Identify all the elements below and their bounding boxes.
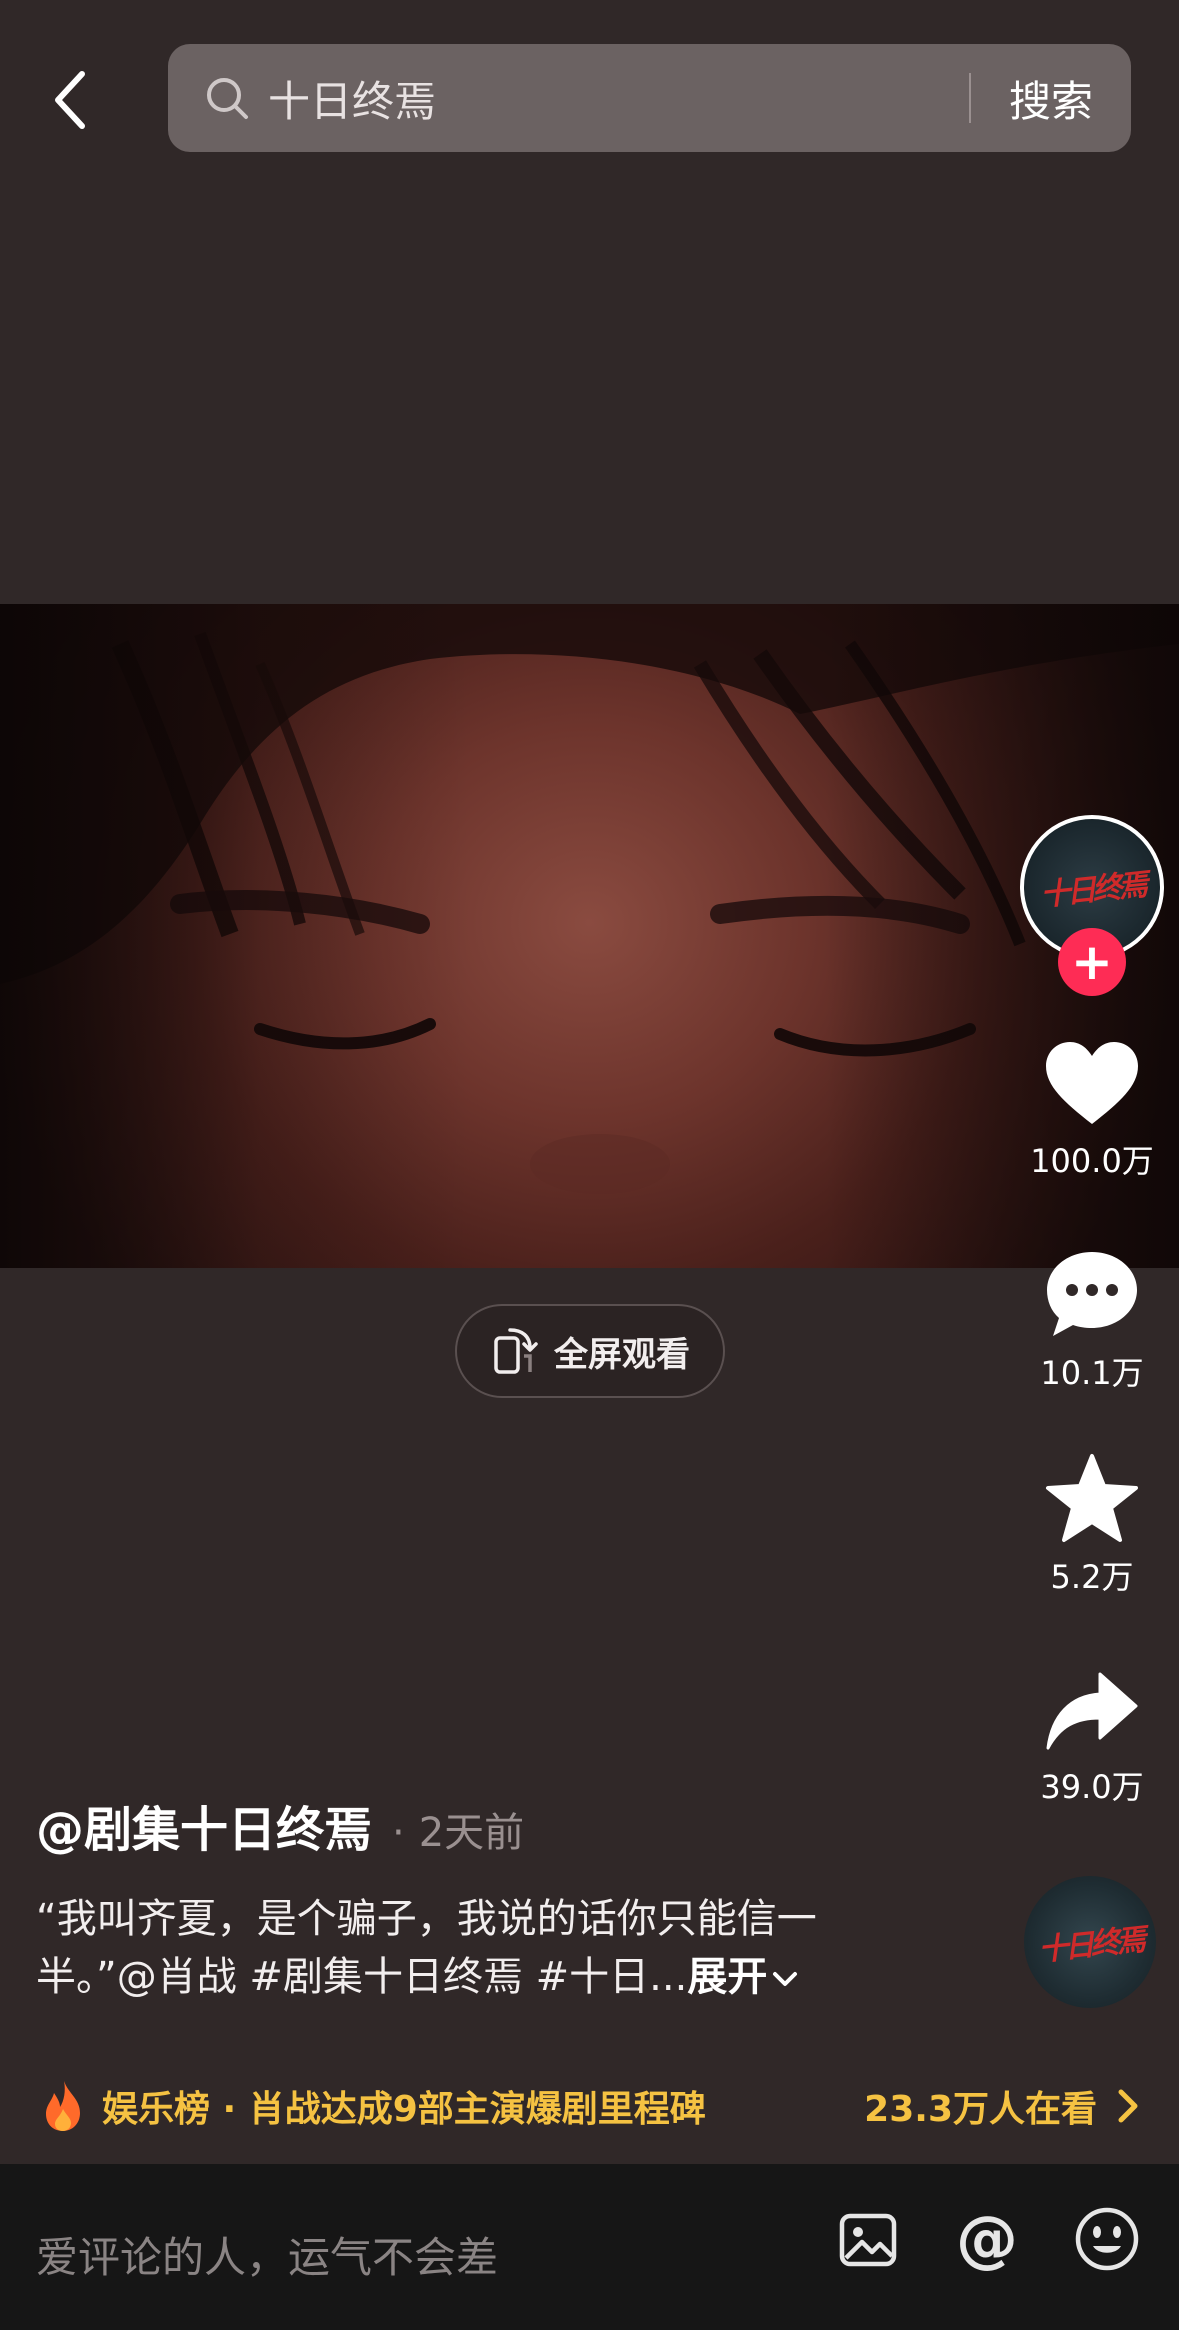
post-time: 2天前 [418, 1810, 525, 1856]
comment-count: 10.1万 [1040, 1354, 1144, 1392]
video-description: “我叫齐夏，是个骗子，我说的话你只能信一 半。”@肖战 #剧集十日终焉 #十日.… [36, 1890, 936, 2006]
chevron-down-icon [773, 1972, 798, 1986]
star-icon [1046, 1454, 1138, 1542]
favorite-action[interactable]: 5.2万 [1020, 1452, 1164, 1598]
image-icon[interactable] [836, 2208, 900, 2272]
description-line-2-text: 半。”@肖战 #剧集十日终焉 #十日... [36, 1954, 688, 2000]
heart-icon [1046, 1042, 1138, 1124]
fullscreen-label: 全屏观看 [554, 1334, 690, 1375]
comment-bubble-icon [1047, 1252, 1137, 1336]
search-icon [207, 78, 248, 119]
back-button[interactable] [40, 60, 100, 140]
expand-button[interactable]: 展开 [687, 1954, 799, 2000]
comment-bar: 爱评论的人，运气不会差 @ [0, 2164, 1179, 2330]
mention-button[interactable]: @ [952, 2204, 1022, 2274]
fire-icon [46, 2081, 80, 2131]
comment-input[interactable]: 爱评论的人，运气不会差 [36, 2224, 498, 2285]
music-disc[interactable]: 十日终焉 [1024, 1876, 1156, 2008]
hot-list-title: 娱乐榜 · 肖战达成9部主演爆剧里程碑 [102, 2089, 706, 2130]
search-bar[interactable]: 十日终焉 搜索 [168, 44, 1131, 152]
description-line-2: 半。”@肖战 #剧集十日终焉 #十日...展开 [36, 1948, 936, 2006]
chevron-right-icon [1118, 2089, 1138, 2123]
share-action[interactable]: 39.0万 [1020, 1670, 1164, 1808]
hot-list-banner[interactable]: 娱乐榜 · 肖战达成9部主演爆剧里程碑 23.3万人在看 [0, 2060, 1179, 2152]
separator-dot: · [392, 1810, 405, 1856]
follow-button[interactable]: + [1058, 928, 1126, 996]
share-count: 39.0万 [1040, 1768, 1144, 1806]
search-button[interactable]: 搜索 [971, 68, 1131, 129]
description-line-1: “我叫齐夏，是个骗子，我说的话你只能信一 [36, 1896, 817, 1942]
fullscreen-button[interactable]: 全屏观看 [455, 1304, 725, 1398]
search-input[interactable]: 十日终焉 [268, 68, 969, 129]
like-action[interactable]: 100.0万 [1020, 1040, 1164, 1182]
like-count: 100.0万 [1030, 1142, 1154, 1180]
expand-label: 展开 [687, 1954, 768, 2000]
rotate-phone-icon [494, 1328, 538, 1374]
share-arrow-icon [1046, 1672, 1138, 1750]
video-player[interactable] [0, 604, 1179, 1268]
comment-action[interactable]: 10.1万 [1020, 1248, 1164, 1394]
author-line: @剧集十日终焉 · 2天前 [36, 1790, 524, 1860]
avatar-logo: 十日终焉 [1038, 867, 1146, 914]
author-name[interactable]: @剧集十日终焉 [36, 1790, 372, 1860]
viewer-count: 23.3万人在看 [864, 2089, 1097, 2130]
favorite-count: 5.2万 [1050, 1558, 1134, 1596]
music-disc-logo: 十日终焉 [1036, 1922, 1144, 1969]
at-icon: @ [956, 2202, 1018, 2275]
emoji-icon[interactable] [1072, 2204, 1142, 2274]
back-arrow-icon [55, 71, 85, 129]
